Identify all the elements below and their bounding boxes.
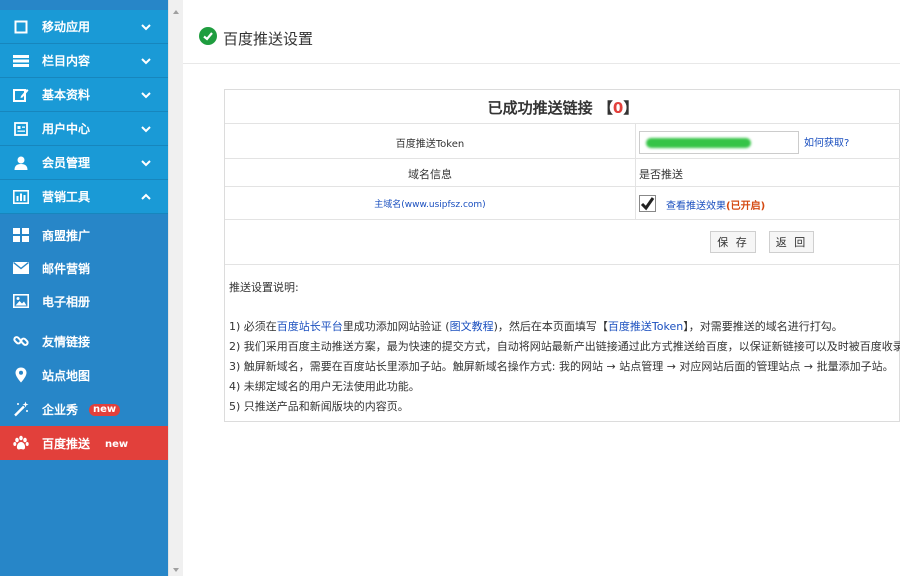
page-title: 百度推送设置 [223,30,314,48]
token-row: 百度推送Token 如何获取? [225,124,900,159]
save-button[interactable]: 保 存 [710,231,756,253]
edit-icon [12,86,30,104]
sidebar-item-label: 邮件营销 [42,261,91,276]
token-input[interactable] [639,131,799,154]
scroll-down-arrow-icon[interactable] [173,568,179,572]
chevron-down-icon [141,91,151,98]
notes-line-5: 5) 只推送产品和新闻版块的内容页。 [229,400,409,413]
notes-line-3: 3) 触屏新域名，需要在百度站长里添加子站。触屏新域名操作方式: 我的网站 → … [229,360,894,373]
sidebar-subitem-email-marketing[interactable]: 邮件营销 [0,251,168,285]
domain-info-row: 域名信息 是否推送 [225,159,900,187]
notes-text: 里成功添加网站验证 ( [342,320,450,333]
paw-icon [12,434,30,452]
count-bracket-close: 】 [623,99,639,117]
sidebar-item-user-center[interactable]: 用户中心 [0,112,168,146]
chart-icon [12,188,30,206]
domain-row: 主域名(www.usipfsz.com) 查看推送效果(已开启) [225,187,900,220]
new-badge: new [105,439,129,450]
sidebar-item-label: 电子相册 [42,294,91,309]
sidebar-item-label: 企业秀 [42,402,79,417]
sidebar-item-label: 百度推送 [42,436,91,451]
how-to-get-link[interactable]: 如何获取? [804,134,849,149]
sidebar: 移动应用 栏目内容 基本资料 用户中心 会员管理 营销工具 商盟推广 邮件营销 … [0,0,168,576]
sidebar-subitem-enterprise-show[interactable]: 企业秀 new [0,392,168,426]
sidebar-item-label: 栏目内容 [42,54,91,68]
notes-line-1: 1) 必须在百度站长平台里成功添加网站验证 (图文教程)，然后在本页面填写【百度… [229,318,843,334]
server-icon [12,52,30,70]
sidebar-subitem-site-map[interactable]: 站点地图 [0,358,168,392]
grid-icon [12,226,30,244]
envelope-icon [12,259,30,277]
notes-text: )，然后在本页面填写【 [493,320,608,333]
square-outline-icon [12,18,30,36]
sidebar-subitem-photo-album[interactable]: 电子相册 [0,284,168,318]
sidebar-subitem-baidu-push[interactable]: 百度推送 new [0,426,168,460]
sidebar-item-member-management[interactable]: 会员管理 [0,146,168,180]
push-enabled-label: 是否推送 [639,168,683,181]
map-marker-icon [12,366,30,384]
sidebar-item-marketing-tools[interactable]: 营销工具 [0,180,168,214]
column-divider [635,187,636,220]
count-bracket-open: 【 [597,99,613,117]
sidebar-subitem-friend-links[interactable]: 友情链接 [0,324,168,358]
chevron-down-icon [141,57,151,64]
sidebar-item-basic-info[interactable]: 基本资料 [0,78,168,112]
user-card-icon [12,120,30,138]
sidebar-item-label: 商盟推广 [42,228,91,243]
sidebar-scrollbar[interactable] [168,0,183,576]
checkmark-icon [640,197,655,211]
page-header: 百度推送设置 [183,0,900,64]
sidebar-item-label: 基本资料 [42,88,91,102]
sidebar-item-label: 移动应用 [42,20,91,34]
sidebar-item-mobile-apps[interactable]: 移动应用 [0,10,168,44]
domain-info-label: 域名信息 [408,168,452,181]
notes-title: 推送设置说明: [229,281,299,294]
push-enabled-checkbox[interactable] [639,195,656,212]
sidebar-item-label: 友情链接 [42,334,91,349]
main-content: 百度推送设置 已成功推送链接 【0】 百度推送Token 如何获取? 域名信息 … [183,0,900,576]
panel-header-row: 已成功推送链接 【0】 [225,90,900,124]
user-icon [12,154,30,172]
push-count-value: 0 [612,99,624,117]
tutorial-link[interactable]: 图文教程 [450,320,494,333]
notes-line-4: 4) 未绑定域名的用户无法使用此功能。 [229,380,420,393]
sidebar-item-label: 用户中心 [42,122,91,136]
back-button[interactable]: 返 回 [769,231,814,253]
sidebar-item-column-content[interactable]: 栏目内容 [0,44,168,78]
sidebar-subitem-alliance-promotion[interactable]: 商盟推广 [0,218,168,252]
notes-line-2: 2) 我们采用百度主动推送方案，最为快速的提交方式，自动将网站最新产出链接通过此… [229,340,900,353]
image-icon [12,292,30,310]
token-label: 百度推送Token [395,139,465,150]
chevron-down-icon [141,125,151,132]
magic-wand-icon [12,400,30,418]
status-enabled-badge: (已开启) [726,201,766,212]
new-badge: new [89,404,121,416]
view-push-effect-link[interactable]: 查看推送效果 [666,201,726,212]
token-value-redacted [646,138,751,148]
check-circle-icon [199,27,217,45]
link-icon [12,332,30,350]
sidebar-item-label: 营销工具 [42,190,91,204]
view-effect-group: 查看推送效果(已开启) [666,197,765,212]
chevron-down-icon [141,23,151,30]
chevron-up-icon [141,193,151,200]
baidu-token-link[interactable]: 百度推送Token [608,320,683,333]
main-domain-link[interactable]: 主域名(www.usipfsz.com) [225,197,635,210]
notes-text: 】，对需要推送的域名进行打勾。 [683,320,843,333]
column-divider [635,159,636,187]
sidebar-item-label: 会员管理 [42,156,91,170]
notes-text: 1) 必须在 [229,320,277,333]
column-divider [635,124,636,159]
baidu-webmaster-link[interactable]: 百度站长平台 [277,320,343,333]
action-buttons-row: 保 存 返 回 [225,220,900,265]
push-count-label: 已成功推送链接 [487,99,593,117]
sidebar-item-label: 站点地图 [42,368,91,383]
push-count-heading: 已成功推送链接 【0】 [225,97,900,118]
scroll-up-arrow-icon[interactable] [173,10,179,14]
settings-panel: 已成功推送链接 【0】 百度推送Token 如何获取? 域名信息 是否推送 主域… [224,89,900,422]
chevron-down-icon [141,159,151,166]
